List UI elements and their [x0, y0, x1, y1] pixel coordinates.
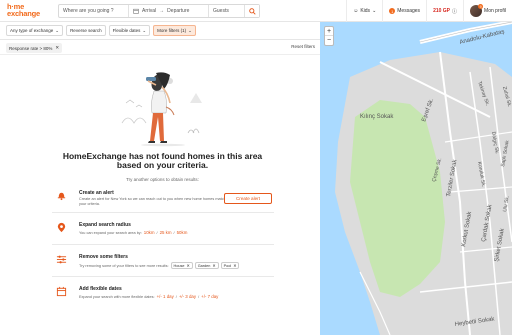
option-expand-radius: Expand search radius You can expand your…: [52, 217, 274, 245]
create-alert-button[interactable]: Create alert: [224, 193, 272, 204]
map-canvas[interactable]: Kılınç Sokak Tekinay Sk. Zuhal Sk. Dalgı…: [320, 22, 512, 335]
filter-tag-pool[interactable]: Pool ✕: [220, 262, 240, 269]
map[interactable]: Kılınç Sokak Tekinay Sk. Zuhal Sk. Dalgı…: [320, 22, 512, 335]
reset-filters-link[interactable]: Reset filters: [291, 44, 315, 49]
radius-link-50km[interactable]: 50km: [177, 230, 188, 235]
chevron-down-icon: ⌄: [142, 27, 147, 33]
search-bar: Where are you going ? Arrival → Departur…: [58, 4, 260, 18]
flexible-dates-select[interactable]: Flexible dates ⌄: [108, 25, 151, 36]
logo[interactable]: h·me exchange: [7, 3, 40, 18]
flex-link-3day[interactable]: +/- 3 day: [179, 294, 196, 299]
messages-badge: 1: [389, 8, 396, 14]
close-icon[interactable]: ✕: [55, 45, 59, 51]
messages-link[interactable]: 1 Messages: [382, 0, 426, 22]
filter-tag-house[interactable]: House ✕: [170, 262, 193, 269]
empty-state-title: HomeExchange has not found homes in this…: [62, 151, 263, 170]
results-panel: HomeExchange has not found homes in this…: [0, 55, 320, 335]
more-filters-button[interactable]: More filters (1) ⌄: [153, 25, 196, 36]
filter-tag-garden[interactable]: Garden ✕: [194, 262, 219, 269]
close-icon[interactable]: ✕: [187, 263, 190, 268]
active-filters-row: Response rate > 80% ✕ Reset filters: [0, 41, 320, 55]
reverse-search-button[interactable]: Reverse search: [66, 25, 106, 36]
kids-menu[interactable]: ☺ Kids ⌄: [346, 0, 382, 22]
zoom-control: + −: [324, 26, 334, 46]
radius-link-25km[interactable]: 25 km: [160, 230, 172, 235]
zoom-out-button[interactable]: −: [325, 36, 333, 45]
search-icon: [248, 7, 256, 15]
close-icon[interactable]: ✕: [233, 263, 236, 268]
close-icon[interactable]: ✕: [212, 263, 215, 268]
option-create-alert: Create an alert Create an alert for New …: [52, 185, 274, 213]
chevron-down-icon: ⌄: [372, 8, 377, 14]
option-flexible-dates: Add flexible dates Expand your search wi…: [52, 281, 274, 309]
profile-menu[interactable]: 9 Mon profil: [463, 0, 512, 22]
search-button[interactable]: [245, 5, 259, 17]
top-header: h·me exchange Where are you going ? Arri…: [0, 0, 512, 22]
kids-icon: ☺: [353, 8, 359, 14]
radius-link-10km[interactable]: 10km: [144, 230, 155, 235]
map-pin-icon: [57, 222, 66, 233]
guestpoints-link[interactable]: 210 GP ⓘ: [426, 0, 463, 22]
calendar-icon: [133, 8, 139, 14]
calendar-icon: [56, 286, 67, 297]
arrow-icon: →: [159, 8, 165, 14]
flex-link-7day[interactable]: +/- 7 day: [201, 294, 218, 299]
binoculars-woman-illustration: [121, 72, 202, 147]
filter-bar: Any type of exchange ⌄ Reverse search Fl…: [0, 22, 320, 40]
bell-icon: [57, 192, 66, 201]
guests-input[interactable]: Guests: [209, 5, 245, 17]
help-icon: ⓘ: [452, 8, 458, 15]
chevron-down-icon: ⌄: [188, 27, 192, 33]
chevron-down-icon: ⌄: [55, 27, 60, 33]
filter-sliders-icon: [56, 255, 67, 264]
option-remove-filters: Remove some filters Try removing some of…: [52, 249, 274, 277]
zoom-in-button[interactable]: +: [325, 27, 333, 36]
filter-chip[interactable]: Response rate > 80% ✕: [6, 43, 63, 53]
where-input[interactable]: Where are you going ?: [59, 5, 129, 17]
map-label: Kılınç Sokak: [360, 114, 394, 120]
flex-link-1day[interactable]: +/- 1 day: [157, 294, 174, 299]
empty-state-subtitle: Try another options to obtain results:: [126, 177, 199, 182]
type-of-exchange-select[interactable]: Any type of exchange ⌄: [6, 25, 64, 36]
dates-input[interactable]: Arrival → Departure: [129, 5, 209, 17]
avatar: 9: [470, 4, 484, 17]
